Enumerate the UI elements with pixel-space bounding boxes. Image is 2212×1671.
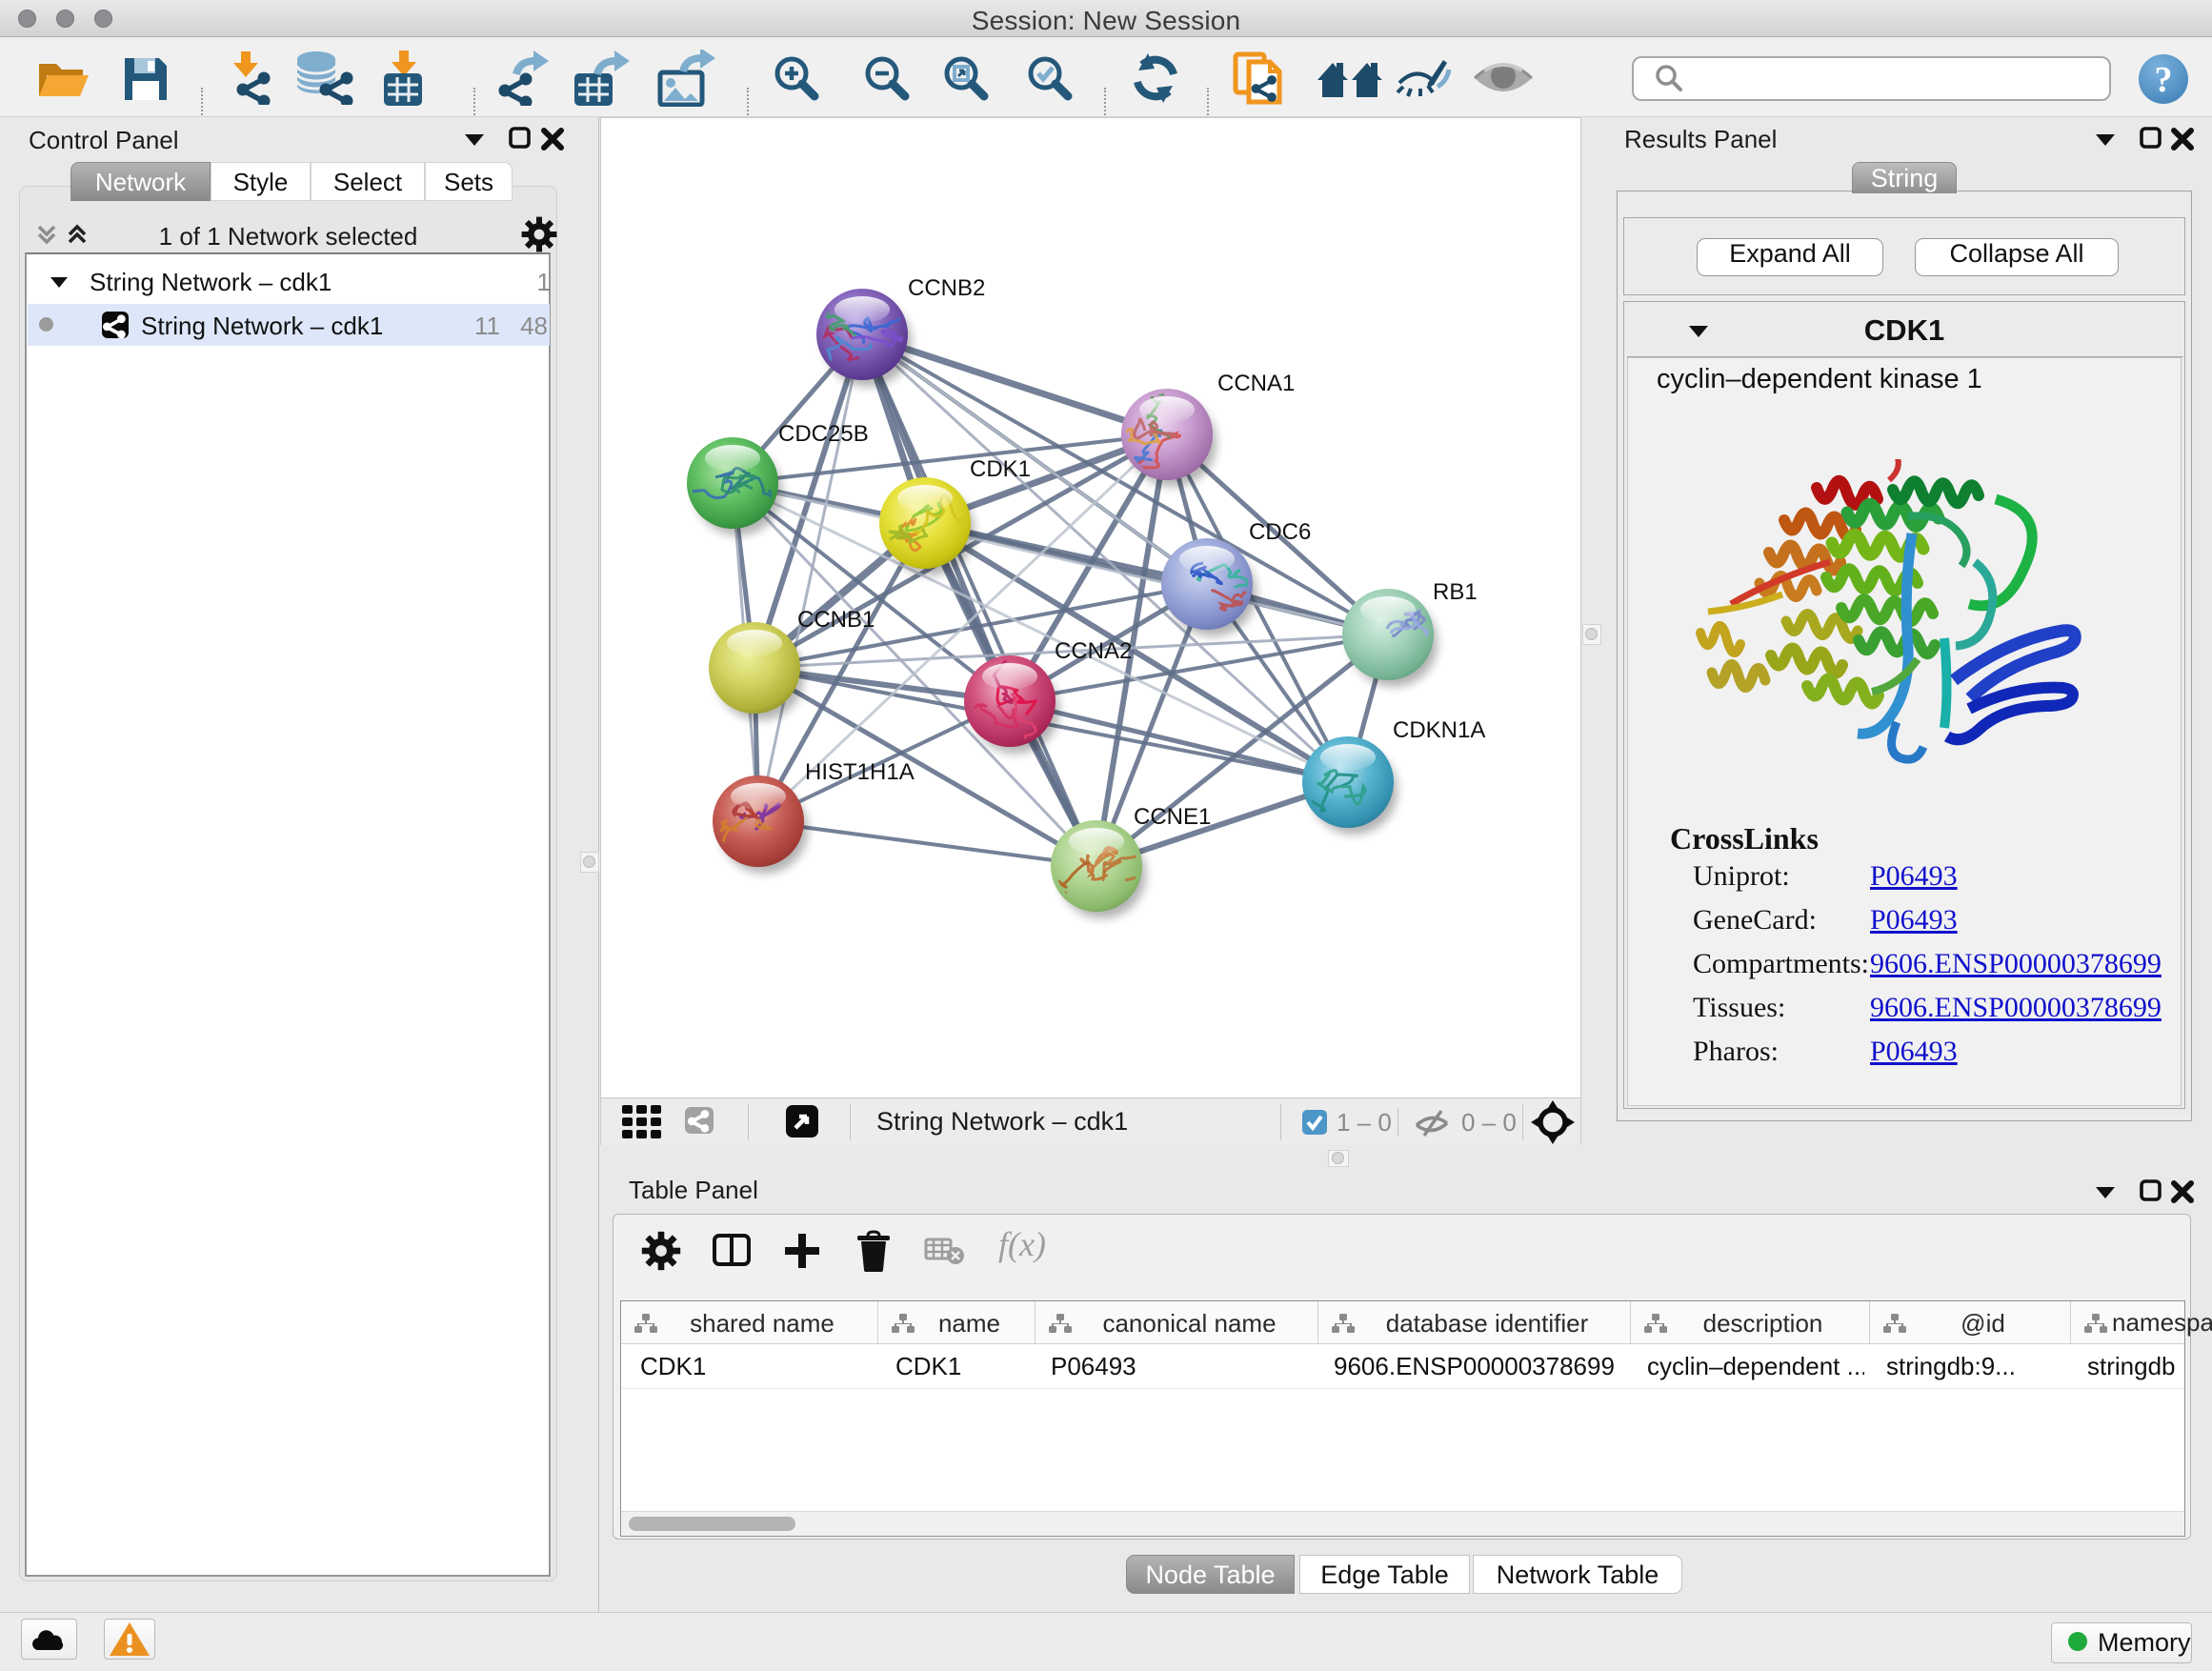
svg-text:CCNA2: CCNA2 (1055, 638, 1132, 664)
svg-text:CCNB1: CCNB1 (797, 607, 875, 633)
svg-text:CDKN1A: CDKN1A (1393, 717, 1485, 743)
svg-text:HIST1H1A: HIST1H1A (805, 759, 915, 785)
svg-text:CDC25B: CDC25B (778, 421, 869, 447)
svg-text:CDC6: CDC6 (1249, 519, 1311, 545)
svg-text:CCNB2: CCNB2 (908, 275, 985, 301)
svg-text:CCNA1: CCNA1 (1217, 371, 1295, 396)
svg-text:RB1: RB1 (1433, 579, 1478, 605)
svg-text:?: ? (2155, 60, 2173, 100)
svg-text:CDK1: CDK1 (970, 456, 1031, 482)
svg-text:CCNE1: CCNE1 (1134, 804, 1211, 830)
